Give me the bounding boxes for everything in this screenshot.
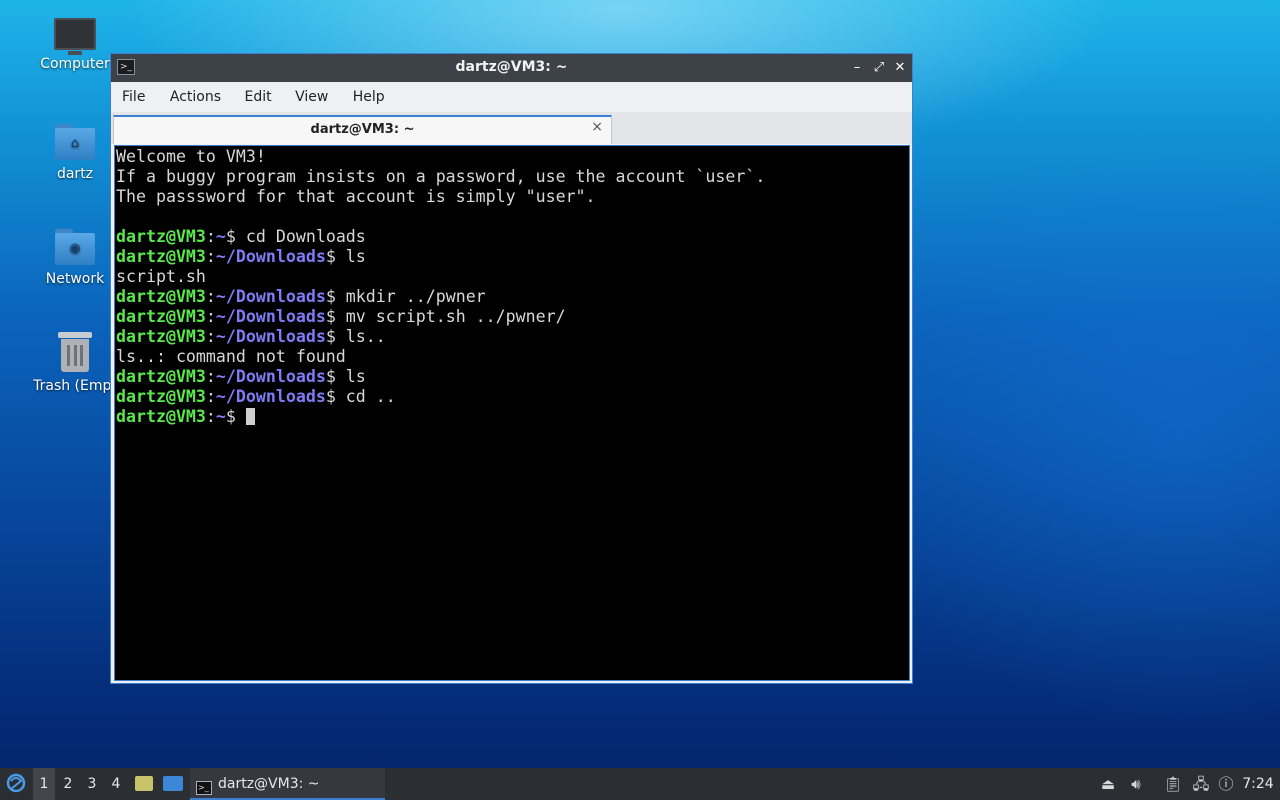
notification-icon[interactable]: ⓘ bbox=[1215, 768, 1237, 800]
terminal-command-line: dartz@VM3:~/Downloads$ mkdir ../pwner bbox=[116, 287, 486, 306]
tab-close-icon[interactable]: × bbox=[591, 119, 603, 135]
terminal-output-line: If a buggy program insists on a password… bbox=[116, 167, 766, 186]
prompt-path: ~/Downloads bbox=[215, 287, 326, 306]
terminal-output-line: script.sh bbox=[116, 267, 206, 286]
prompt-user: dartz@VM3 bbox=[116, 227, 206, 246]
taskbar-terminal-button[interactable]: >_ dartz@VM3: ~ bbox=[190, 768, 385, 800]
prompt-user: dartz@VM3 bbox=[116, 387, 206, 406]
tab-terminal[interactable]: dartz@VM3: ~ × bbox=[113, 115, 612, 144]
prompt-user: dartz@VM3 bbox=[116, 407, 206, 426]
terminal-command-line: dartz@VM3:~/Downloads$ ls bbox=[116, 247, 366, 266]
volume-icon[interactable]: 🔊︎ bbox=[1125, 768, 1147, 800]
computer-icon bbox=[54, 18, 96, 55]
trash-icon bbox=[58, 332, 92, 372]
prompt-user: dartz@VM3 bbox=[116, 307, 206, 326]
command-text: $ ls bbox=[325, 247, 366, 266]
maximize-button[interactable]: ⤢ bbox=[871, 59, 887, 77]
command-text: $ mkdir ../pwner bbox=[325, 287, 486, 306]
command-text: $ bbox=[225, 407, 246, 426]
workspace-4[interactable]: 4 bbox=[105, 768, 127, 800]
terminal-output[interactable]: Welcome to VM3! If a buggy program insist… bbox=[114, 145, 910, 681]
prompt-path: ~ bbox=[215, 407, 226, 426]
prompt-user: dartz@VM3 bbox=[116, 287, 206, 306]
menu-file[interactable]: File bbox=[122, 82, 145, 105]
terminal-command-line: dartz@VM3:~/Downloads$ mv script.sh ../p… bbox=[116, 307, 566, 326]
menu-actions[interactable]: Actions bbox=[170, 82, 221, 105]
eject-icon[interactable]: ⏏ bbox=[1097, 768, 1119, 800]
command-text: $ ls bbox=[325, 367, 366, 386]
taskbar-task-label: dartz@VM3: ~ bbox=[218, 776, 320, 792]
menu-edit[interactable]: Edit bbox=[244, 82, 271, 105]
command-text: $ mv script.sh ../pwner/ bbox=[325, 307, 566, 326]
close-button[interactable]: ✕ bbox=[892, 59, 908, 77]
workspace-3[interactable]: 3 bbox=[81, 768, 103, 800]
network-icon[interactable]: 🖧︎ bbox=[1190, 768, 1212, 800]
terminal-command-line: dartz@VM3:~$ bbox=[116, 407, 909, 427]
file-manager-icon[interactable] bbox=[133, 768, 155, 800]
terminal-cursor bbox=[245, 408, 255, 425]
prompt-user: dartz@VM3 bbox=[116, 327, 206, 346]
prompt-path: ~/Downloads bbox=[215, 247, 326, 266]
command-text: $ cd .. bbox=[325, 387, 396, 406]
terminal-output-line: Welcome to VM3! bbox=[116, 147, 266, 166]
prompt-path: ~/Downloads bbox=[215, 367, 326, 386]
workspace-2[interactable]: 2 bbox=[57, 768, 79, 800]
window-title: dartz@VM3: ~ bbox=[455, 59, 568, 75]
command-text: $ cd Downloads bbox=[225, 227, 366, 246]
terminal-icon: >_ bbox=[196, 781, 212, 795]
window-titlebar[interactable]: >_ dartz@VM3: ~ – ⤢ ✕ bbox=[111, 54, 912, 82]
minimize-button[interactable]: – bbox=[849, 59, 865, 77]
prompt-path: ~ bbox=[215, 227, 226, 246]
prompt-path: ~/Downloads bbox=[215, 327, 326, 346]
prompt-user: dartz@VM3 bbox=[116, 247, 206, 266]
clock[interactable]: 7:24 bbox=[1240, 768, 1276, 800]
show-desktop-icon[interactable] bbox=[161, 768, 185, 800]
clipboard-icon[interactable]: 📋︎ bbox=[1162, 768, 1184, 800]
menu-help[interactable]: Help bbox=[353, 82, 385, 105]
home-folder-icon: ⌂ bbox=[55, 124, 95, 160]
start-menu-icon[interactable] bbox=[3, 768, 29, 800]
terminal-command-line: dartz@VM3:~$ cd Downloads bbox=[116, 227, 366, 246]
terminal-command-line: dartz@VM3:~/Downloads$ ls bbox=[116, 367, 366, 386]
menu-bar: File Actions Edit View Help bbox=[111, 82, 912, 112]
prompt-user: dartz@VM3 bbox=[116, 367, 206, 386]
tab-bar: dartz@VM3: ~ × bbox=[111, 112, 912, 144]
prompt-path: ~/Downloads bbox=[215, 307, 326, 326]
prompt-path: ~/Downloads bbox=[215, 387, 326, 406]
workspace-1[interactable]: 1 bbox=[33, 768, 55, 800]
terminal-window: >_ dartz@VM3: ~ – ⤢ ✕ File Actions Edit … bbox=[110, 53, 913, 684]
menu-view[interactable]: View bbox=[295, 82, 328, 105]
terminal-output-line: ls..: command not found bbox=[116, 347, 346, 366]
command-text: $ ls.. bbox=[325, 327, 386, 346]
terminal-command-line: dartz@VM3:~/Downloads$ ls.. bbox=[116, 327, 386, 346]
terminal-command-line: dartz@VM3:~/Downloads$ cd .. bbox=[116, 387, 396, 406]
terminal-output-line: The passsword for that account is simply… bbox=[116, 187, 596, 206]
network-folder-icon: ◉ bbox=[55, 229, 95, 265]
tab-label: dartz@VM3: ~ bbox=[310, 122, 415, 137]
taskbar: 1 2 3 4 >_ dartz@VM3: ~ ⏏ 🔊︎ 📋︎ 🖧︎ ⓘ 7:24 bbox=[0, 768, 1280, 800]
